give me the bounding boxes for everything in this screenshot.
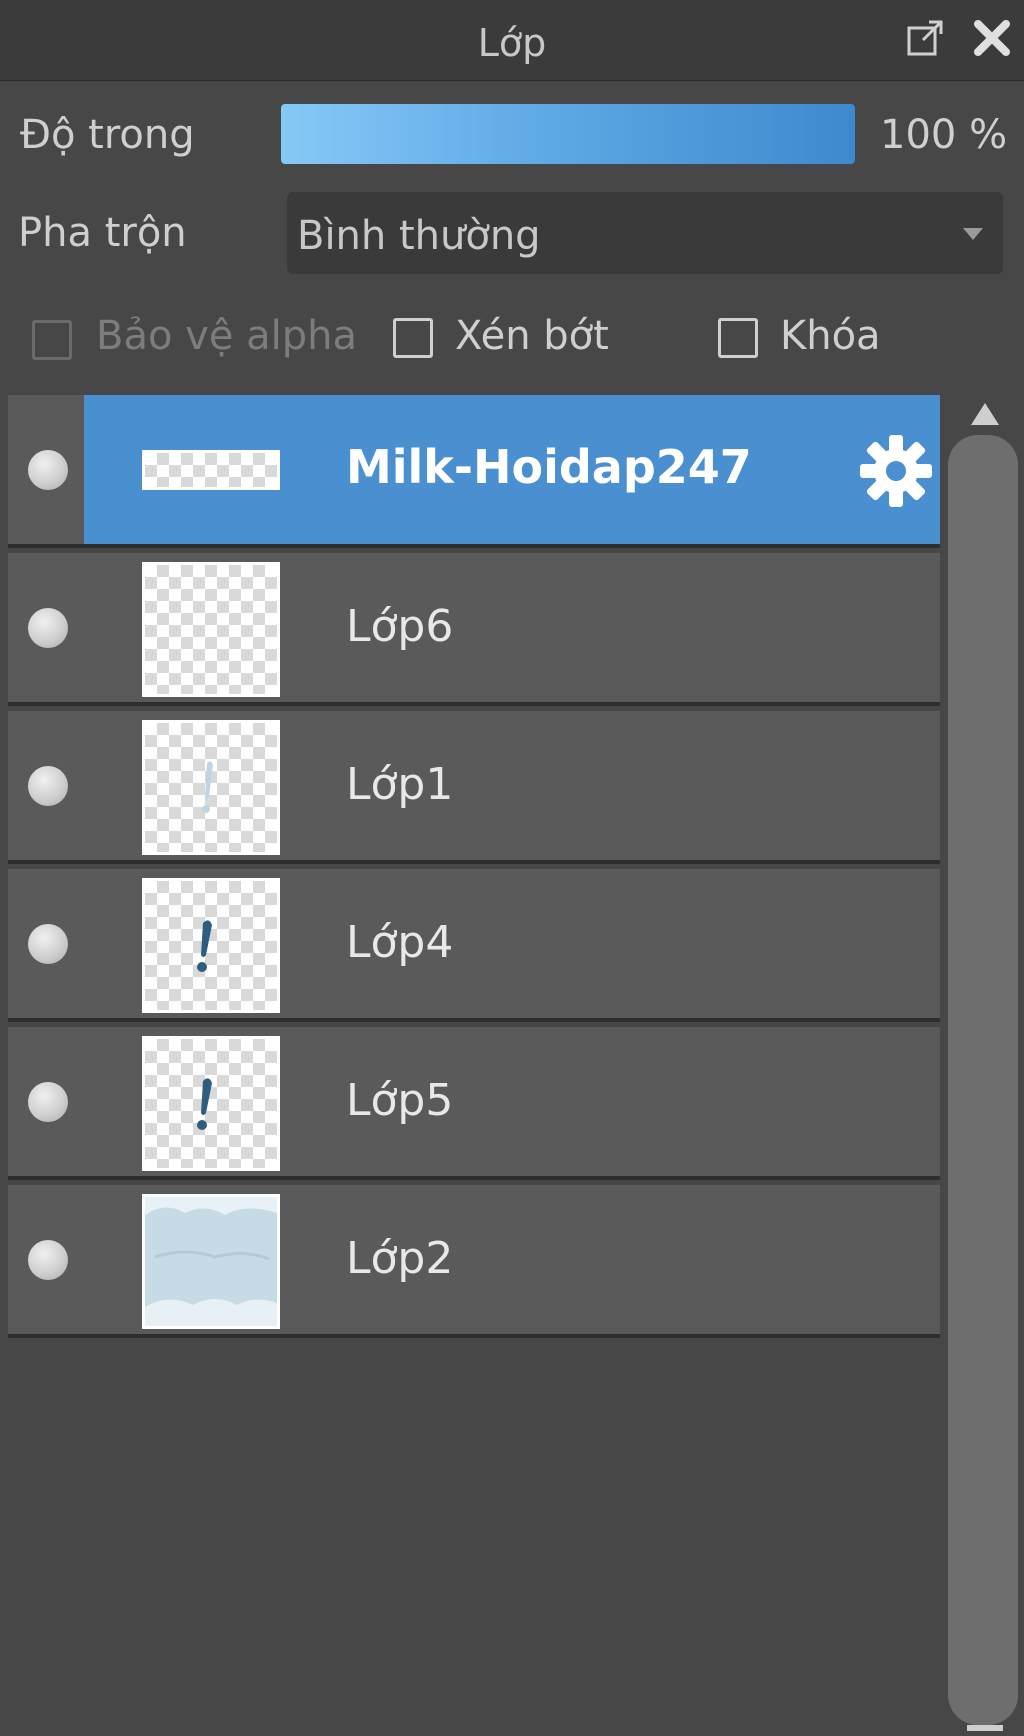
layer-name: Lớp2 [346, 1233, 454, 1284]
opacity-value: 100 % [880, 112, 1008, 158]
blend-mode-label: Pha trộn [18, 210, 187, 256]
layer-row[interactable]: Lớp6 [8, 553, 940, 706]
chevron-down-icon [963, 228, 983, 240]
visibility-toggle[interactable] [28, 608, 68, 648]
opacity-slider[interactable] [281, 104, 855, 164]
layer-thumbnail [142, 1194, 280, 1329]
layer-list: Milk-Hoidap247 Lớp6 Lớp1 Lớp4 Lớp5 Lớp2 [8, 395, 940, 1736]
layer-row[interactable]: Lớp1 [8, 711, 940, 864]
visibility-toggle[interactable] [28, 450, 68, 490]
close-icon[interactable] [970, 16, 1014, 60]
layer-row[interactable]: Lớp5 [8, 1027, 940, 1180]
layer-thumbnail [142, 720, 280, 855]
layer-row[interactable]: Lớp4 [8, 869, 940, 1022]
layer-list-scrollbar[interactable] [945, 395, 1024, 1736]
clipping-checkbox[interactable] [393, 318, 433, 358]
blend-mode-value: Bình thường [297, 213, 541, 259]
protect-alpha-label: Bảo vệ alpha [96, 313, 358, 359]
visibility-toggle[interactable] [28, 1240, 68, 1280]
lock-checkbox[interactable] [718, 318, 758, 358]
blend-mode-select[interactable]: Bình thường [287, 192, 1003, 274]
scroll-up-icon[interactable] [965, 395, 1005, 431]
gear-icon[interactable] [858, 433, 934, 509]
scrollbar-thumb[interactable] [948, 435, 1018, 1725]
popout-icon[interactable] [903, 16, 947, 60]
layer-thumbnail [142, 878, 280, 1013]
layer-row[interactable]: Lớp2 [8, 1185, 940, 1338]
layer-name: Lớp4 [346, 917, 454, 968]
exclamation-icon [197, 920, 212, 972]
opacity-label: Độ trong [20, 112, 195, 158]
visibility-toggle[interactable] [28, 766, 68, 806]
layer-name: Milk-Hoidap247 [346, 440, 752, 494]
layer-name: Lớp1 [346, 759, 454, 810]
scroll-down-icon[interactable] [967, 1725, 1003, 1731]
opacity-slider-fill [281, 104, 855, 164]
sky-clouds-icon [145, 1197, 277, 1326]
layer-thumbnail [142, 450, 280, 490]
visibility-toggle[interactable] [28, 924, 68, 964]
faint-mark-icon [202, 761, 213, 813]
panel-titlebar: Lớp [0, 0, 1024, 81]
layer-thumbnail [142, 562, 280, 697]
protect-alpha-checkbox[interactable] [32, 320, 72, 360]
exclamation-icon [197, 1078, 212, 1130]
lock-label: Khóa [780, 313, 881, 359]
panel-title: Lớp [477, 21, 547, 65]
layer-name: Lớp5 [346, 1075, 454, 1126]
clipping-label: Xén bớt [455, 313, 609, 359]
layer-thumbnail [142, 1036, 280, 1171]
layer-name: Lớp6 [346, 601, 454, 652]
visibility-toggle[interactable] [28, 1082, 68, 1122]
layer-row[interactable]: Milk-Hoidap247 [8, 395, 940, 548]
